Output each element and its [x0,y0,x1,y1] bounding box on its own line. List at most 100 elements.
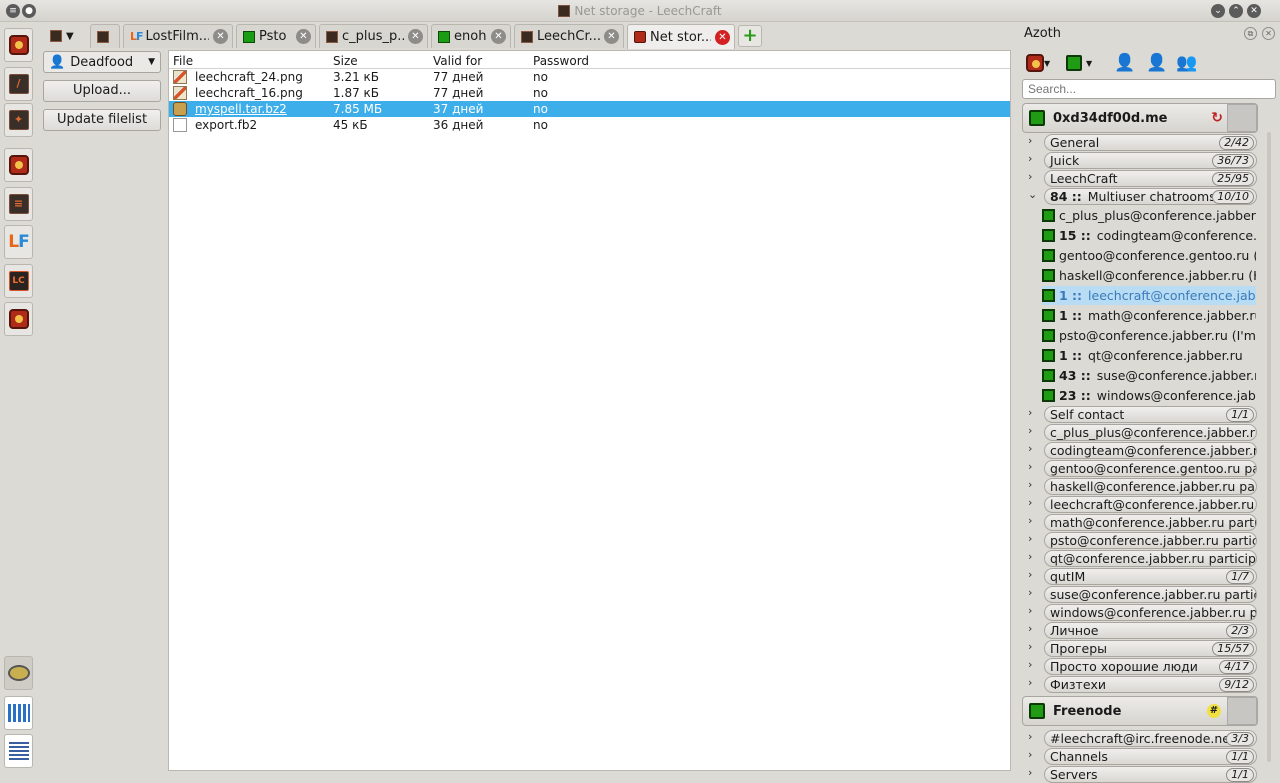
account-header[interactable]: 0xd34df00d.me ↻ [1022,103,1258,133]
contact-group[interactable]: › Juick 36/73 [1024,152,1258,169]
chevron-right-icon[interactable]: › [1028,640,1032,653]
chevron-right-icon[interactable]: › [1028,586,1032,599]
close-tab-icon[interactable]: ✕ [604,29,619,44]
close-window-icon[interactable]: ✕ [1247,4,1261,18]
contact-group[interactable]: › Физтехи 9/12 [1024,676,1258,693]
contact-group[interactable]: › windows@conference.jabber.ru participan… [1024,604,1258,621]
quicklaunch-chat-button[interactable] [4,148,33,182]
contacts-scrollbar[interactable] [1264,132,1274,772]
chatroom-item[interactable]: 15 ::codingteam@conference.jabber.ru [1042,226,1256,245]
contact-group[interactable]: › #leechcraft@irc.freenode.net 3/3 [1024,730,1258,747]
table-row[interactable]: leechcraft_16.png 1.87 кБ 77 дней no [169,85,1010,101]
chevron-right-icon[interactable]: › [1028,622,1032,635]
contact-group[interactable]: › Личное 2/3 [1024,622,1258,639]
add-contact-button[interactable]: 👤 [1114,52,1135,74]
tab-psto[interactable]: Psto ✕ [236,24,316,48]
column-header-size[interactable]: Size [333,54,358,68]
contact-group[interactable]: › math@conference.jabber.ru participants [1024,514,1258,531]
contact-group[interactable]: › Self contact 1/1 [1024,406,1258,423]
quicklaunch-list-button[interactable]: ≡ [4,187,33,221]
contact-info-button[interactable]: 👤 [1146,52,1167,74]
float-panel-icon[interactable]: ⧉ [1244,27,1257,40]
upload-button[interactable]: Upload... [43,80,161,102]
add-tab-button[interactable]: + [738,25,762,47]
column-header-file[interactable]: File [173,54,193,68]
column-header-valid[interactable]: Valid for [433,54,482,68]
chevron-right-icon[interactable]: › [1028,170,1032,183]
quicklaunch-sound-button[interactable] [4,656,33,690]
chatroom-item[interactable]: gentoo@conference.gentoo.ru (Gentoo) [1042,246,1256,265]
quicklaunch-edit-button[interactable]: / [4,67,33,101]
chevron-down-icon[interactable]: ⌄ [1028,188,1037,201]
update-filelist-button[interactable]: Update filelist [43,109,161,131]
service-select[interactable]: 👤 Deadfood ▼ [43,51,161,73]
quicklaunch-lostfilm-button[interactable]: LF [4,225,33,259]
table-row[interactable]: myspell.tar.bz2 7.85 МБ 37 дней no [169,101,1010,117]
status-select-button[interactable]: ▼ [1066,52,1092,74]
contact-group[interactable]: › codingteam@conference.jabber.ru partici… [1024,442,1258,459]
chatroom-item[interactable]: 1 :: qt@conference.jabber.ru [1042,346,1256,365]
chevron-right-icon[interactable]: › [1028,532,1032,545]
quicklaunch-notes-button[interactable] [4,734,33,768]
close-tab-icon[interactable]: ✕ [715,29,730,45]
contact-group[interactable]: › Servers 1/1 [1024,766,1258,783]
contact-group[interactable]: › haskell@conference.jabber.ru participan… [1024,478,1258,495]
quicklaunch-plugin-button[interactable]: ✦ [4,103,33,137]
chatroom-item[interactable]: psto@conference.jabber.ru (I'm psto) [1042,326,1256,345]
contact-group[interactable]: › gentoo@conference.gentoo.ru participant… [1024,460,1258,477]
account-header[interactable]: Freenode # [1022,696,1258,726]
chevron-right-icon[interactable]: › [1028,460,1032,473]
tab-leechcraft[interactable]: LeechCr... ✕ [514,24,624,48]
chevron-right-icon[interactable]: › [1028,676,1032,689]
contact-group[interactable]: › qutIM 1/7 [1024,568,1258,585]
chevron-right-icon[interactable]: › [1028,478,1032,491]
quicklaunch-leechcraft-button[interactable]: LC [4,264,33,298]
contact-group[interactable]: › Просто хорошие люди 4/17 [1024,658,1258,675]
close-panel-icon[interactable]: ✕ [1262,27,1275,40]
close-tab-icon[interactable]: ✕ [408,29,423,44]
chevron-right-icon[interactable]: › [1028,152,1032,165]
tab-enoh[interactable]: enoh ✕ [431,24,511,48]
chevron-right-icon[interactable]: › [1028,730,1032,743]
table-row[interactable]: leechcraft_24.png 3.21 кБ 77 дней no [169,69,1010,85]
contact-group[interactable]: › c_plus_plus@conference.jabber.ru partic… [1024,424,1258,441]
conference-button[interactable]: 👥 [1176,52,1197,74]
chevron-right-icon[interactable]: › [1028,604,1032,617]
contact-search-input[interactable] [1022,79,1276,99]
contact-group[interactable]: › Channels 1/1 [1024,748,1258,765]
chevron-right-icon[interactable]: › [1028,748,1032,761]
contact-group[interactable]: › General 2/42 [1024,134,1258,151]
contact-group[interactable]: › psto@conference.jabber.ru participants [1024,532,1258,549]
chatroom-item[interactable]: haskell@conference.jabber.ru (Haskell) [1042,266,1256,285]
chevron-right-icon[interactable]: › [1028,134,1032,147]
close-tab-icon[interactable]: ✕ [213,29,228,44]
chatroom-item[interactable]: 1 ::leechcraft@conference.jabber.ru [1042,286,1256,305]
table-row[interactable]: export.fb2 45 кБ 36 дней no [169,117,1010,133]
contact-group[interactable]: ⌄ 84 :: Multiuser chatrooms 10/10 [1024,188,1258,205]
quicklaunch-camera-button[interactable] [4,28,33,62]
chevron-right-icon[interactable]: › [1028,496,1032,509]
close-tab-icon[interactable]: ✕ [491,29,506,44]
tab-net-storage[interactable]: Net stor... ✕ [627,24,735,49]
chatroom-item[interactable]: 23 ::windows@conference.jabber.ru [1042,386,1256,405]
chevron-right-icon[interactable]: › [1028,442,1032,455]
azoth-menu-button[interactable]: ▼ [1026,52,1050,74]
chatroom-item[interactable]: 1 :: math@conference.jabber.ru [1042,306,1256,325]
chevron-right-icon[interactable]: › [1028,424,1032,437]
quicklaunch-netstorage-button[interactable] [4,302,33,336]
tab-dark[interactable] [90,24,120,48]
column-header-password[interactable]: Password [533,54,589,68]
tab-menu-button[interactable]: ▼ [44,24,88,48]
contact-group[interactable]: › Прогеры 15/57 [1024,640,1258,657]
minimize-icon[interactable]: ⌄ [1211,4,1225,18]
chevron-right-icon[interactable]: › [1028,658,1032,671]
chatroom-item[interactable]: c_plus_plus@conference.jabber.ru [1042,206,1256,225]
contact-group[interactable]: › leechcraft@conference.jabber.ru partici… [1024,496,1258,513]
quicklaunch-calendar-button[interactable] [4,696,33,730]
tab-cplusplus[interactable]: c_plus_p... ✕ [319,24,428,48]
contact-group[interactable]: › LeechCraft 25/95 [1024,170,1258,187]
chatroom-item[interactable]: 43 :: suse@conference.jabber.ru [1042,366,1256,385]
chevron-right-icon[interactable]: › [1028,406,1032,419]
chevron-right-icon[interactable]: › [1028,514,1032,527]
chevron-right-icon[interactable]: › [1028,766,1032,779]
